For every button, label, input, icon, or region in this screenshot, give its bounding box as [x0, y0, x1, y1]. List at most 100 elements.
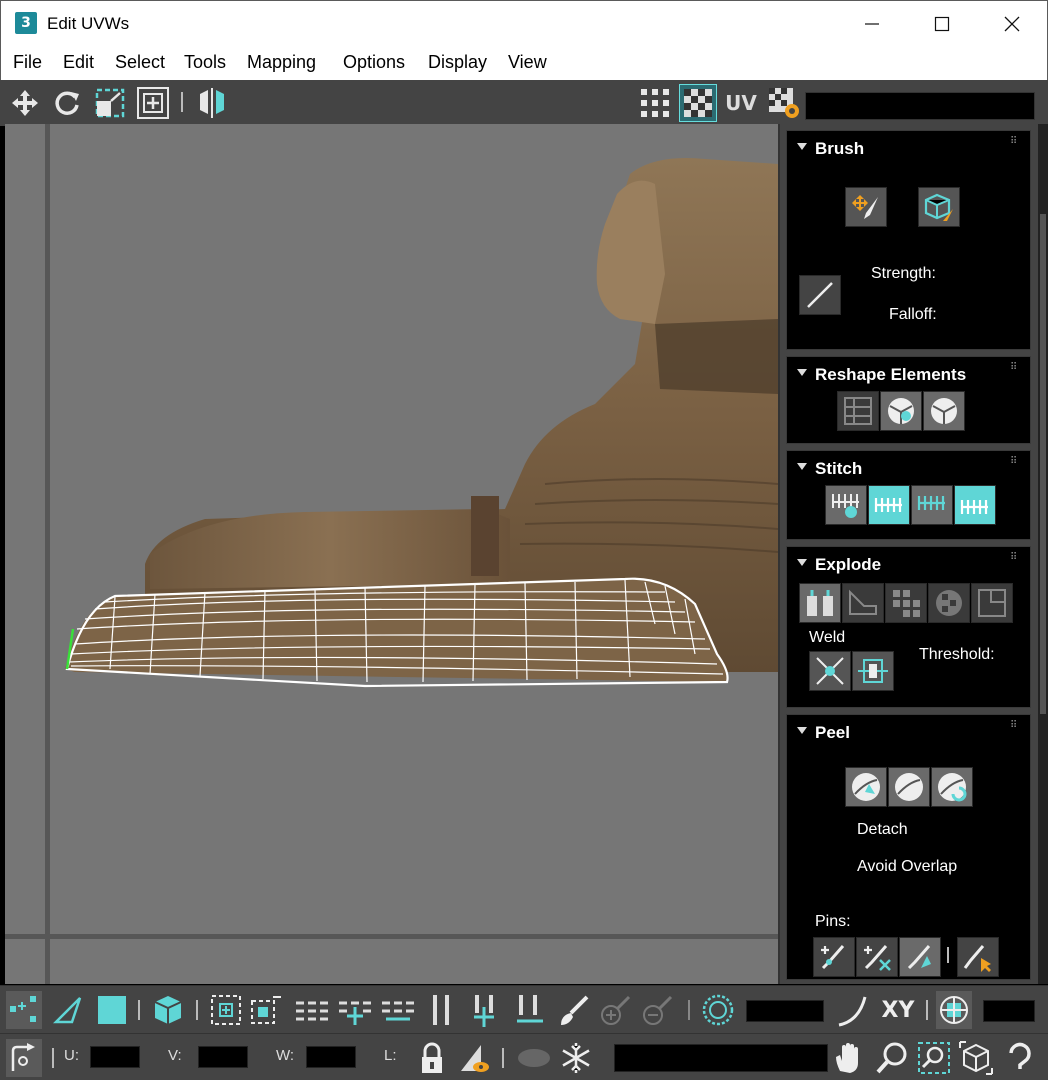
- help-button[interactable]: [1002, 1039, 1038, 1077]
- minimize-button[interactable]: [837, 1, 907, 47]
- quick-peel-button[interactable]: [845, 767, 887, 807]
- brush-title[interactable]: Brush: [815, 139, 864, 159]
- auto-pin-button[interactable]: [899, 937, 941, 977]
- uv-viewport[interactable]: [5, 124, 778, 984]
- limit-value-field[interactable]: [983, 1000, 1035, 1022]
- reset-peel-button[interactable]: [931, 767, 973, 807]
- grip-icon[interactable]: ⠿: [1010, 457, 1022, 471]
- reshape-title[interactable]: Reshape Elements: [815, 365, 966, 385]
- peel-title[interactable]: Peel: [815, 723, 850, 743]
- collapse-arrow-icon[interactable]: [797, 559, 807, 566]
- menu-select[interactable]: Select: [115, 52, 165, 73]
- weld-target-button[interactable]: [852, 651, 894, 691]
- grid-toggle-button[interactable]: [636, 84, 674, 122]
- zoom-button[interactable]: [874, 1039, 910, 1077]
- grow-selection-button[interactable]: [208, 991, 244, 1029]
- selection-set-dropdown[interactable]: [614, 1044, 828, 1072]
- brush-falloff-button[interactable]: [799, 275, 841, 315]
- menu-mapping[interactable]: Mapping: [247, 52, 316, 73]
- paint-select-button[interactable]: [556, 991, 592, 1029]
- zoom-region-button[interactable]: [916, 1039, 952, 1077]
- mirror-button[interactable]: [193, 84, 231, 122]
- weld-selected-button[interactable]: [809, 651, 851, 691]
- explode-title[interactable]: Explode: [815, 555, 881, 575]
- grip-icon[interactable]: ⠿: [1010, 553, 1022, 567]
- polygon-mode-button[interactable]: [94, 991, 130, 1029]
- limit-selection-button[interactable]: [936, 991, 972, 1029]
- stitch-title[interactable]: Stitch: [815, 459, 862, 479]
- element-mode-button[interactable]: [150, 991, 186, 1029]
- absolute-offset-toggle[interactable]: [6, 1039, 42, 1077]
- paint-shrink-button[interactable]: [640, 991, 676, 1029]
- close-button[interactable]: [977, 1, 1047, 47]
- soft-selection-button[interactable]: [700, 991, 736, 1029]
- pin-selected-button[interactable]: [813, 937, 855, 977]
- pan-button[interactable]: [830, 1039, 866, 1077]
- shrink-selection-button[interactable]: [248, 991, 284, 1029]
- straighten-button[interactable]: [837, 391, 879, 431]
- collapse-arrow-icon[interactable]: [797, 727, 807, 734]
- menu-view[interactable]: View: [508, 52, 547, 73]
- loop-select-button[interactable]: [424, 991, 460, 1029]
- stitch-average-button[interactable]: [911, 485, 953, 525]
- unpin-selected-button[interactable]: [856, 937, 898, 977]
- collapse-arrow-icon[interactable]: [797, 463, 807, 470]
- zoom-extents-button[interactable]: [958, 1039, 994, 1077]
- checker-texture-button[interactable]: [679, 84, 717, 122]
- vertex-mode-button[interactable]: [6, 991, 42, 1029]
- select-pinned-button[interactable]: [957, 937, 999, 977]
- relax-until-flat-button[interactable]: [880, 391, 922, 431]
- falloff-space-button[interactable]: XY: [876, 991, 920, 1029]
- freeze-button[interactable]: [558, 1039, 594, 1077]
- v-coordinate-field[interactable]: [198, 1046, 248, 1068]
- dotted-grid-icon: [641, 89, 669, 117]
- grip-icon[interactable]: ⠿: [1010, 137, 1022, 151]
- freeform-button[interactable]: [134, 84, 172, 122]
- hide-button[interactable]: [514, 1039, 554, 1077]
- ring-select-button[interactable]: [294, 991, 330, 1029]
- scroll-thumb[interactable]: [1040, 214, 1046, 714]
- collapse-arrow-icon[interactable]: [797, 143, 807, 150]
- move-button[interactable]: [6, 84, 44, 122]
- flatten-by-smoothing-group-button[interactable]: [971, 583, 1013, 623]
- loop-shrink-button[interactable]: [512, 991, 548, 1029]
- edge-mode-button[interactable]: [50, 991, 86, 1029]
- stitch-to-source-button[interactable]: [868, 485, 910, 525]
- maximize-button[interactable]: [907, 1, 977, 47]
- menu-edit[interactable]: Edit: [63, 52, 94, 73]
- peel-mode-button[interactable]: [888, 767, 930, 807]
- stitch-custom-button[interactable]: [825, 485, 867, 525]
- ring-shrink-button[interactable]: [380, 991, 416, 1029]
- falloff-distance-field[interactable]: [746, 1000, 824, 1022]
- u-coordinate-field[interactable]: [90, 1046, 140, 1068]
- uv-button[interactable]: UV: [722, 84, 760, 122]
- vertex-mode-icon: [10, 996, 36, 1022]
- menu-options[interactable]: Options: [343, 52, 405, 73]
- grip-icon[interactable]: ⠿: [1010, 721, 1022, 735]
- grip-icon[interactable]: ⠿: [1010, 363, 1022, 377]
- lock-selection-button[interactable]: [414, 1039, 450, 1077]
- menu-tools[interactable]: Tools: [184, 52, 226, 73]
- texture-dropdown[interactable]: [805, 92, 1035, 120]
- texture-settings-button[interactable]: [765, 84, 803, 122]
- scale-button[interactable]: [91, 84, 129, 122]
- paint-grow-button[interactable]: [598, 991, 634, 1029]
- w-coordinate-field[interactable]: [306, 1046, 356, 1068]
- stitch-target-button[interactable]: [954, 485, 996, 525]
- flatten-by-smoothing-button[interactable]: [885, 583, 927, 623]
- loop-grow-button[interactable]: [468, 991, 504, 1029]
- rotate-button[interactable]: [48, 84, 86, 122]
- flatten-by-polygon-button[interactable]: [842, 583, 884, 623]
- menu-file[interactable]: File: [13, 52, 42, 73]
- break-button[interactable]: [799, 583, 841, 623]
- panel-scrollbar[interactable]: [1038, 124, 1048, 984]
- ring-grow-button[interactable]: [337, 991, 373, 1029]
- falloff-type-button[interactable]: [834, 991, 870, 1029]
- relax-brush-button[interactable]: [918, 187, 960, 227]
- relax-button[interactable]: [923, 391, 965, 431]
- menu-display[interactable]: Display: [428, 52, 487, 73]
- flatten-by-material-button[interactable]: [928, 583, 970, 623]
- paint-move-button[interactable]: [845, 187, 887, 227]
- show-hidden-button[interactable]: [456, 1039, 492, 1077]
- collapse-arrow-icon[interactable]: [797, 369, 807, 376]
